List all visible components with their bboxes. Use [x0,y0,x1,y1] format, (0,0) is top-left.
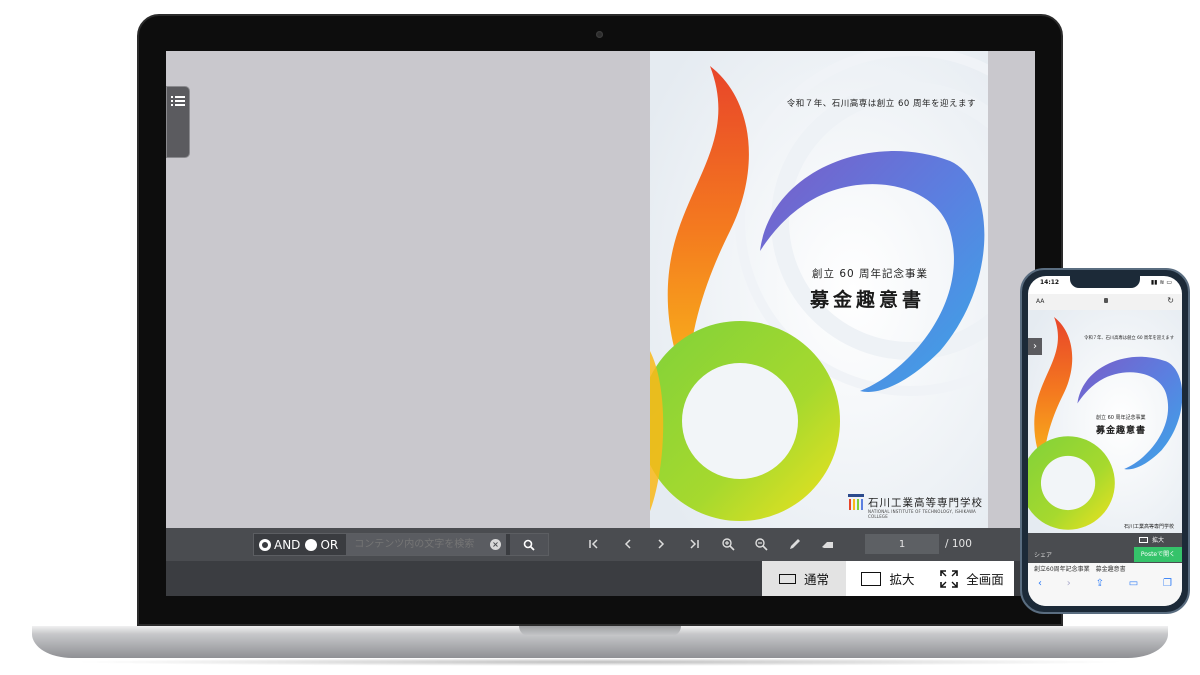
phone-sixty-logo-art [1028,310,1182,533]
laptop-lid: 令和７年、石川高専は創立 60 周年を迎えます 創立 60 周年記念事業 募金趣… [137,14,1063,626]
first-page-icon [589,539,598,549]
eraser-button[interactable] [820,536,836,552]
cover-tagline: 令和７年、石川高専は創立 60 周年を迎えます [786,99,976,109]
cover-page[interactable]: 令和７年、石川高専は創立 60 周年を迎えます 創立 60 周年記念事業 募金趣… [650,51,988,528]
phone-status-icons: ▮▮ ≋ ▭ [1150,279,1172,286]
chevron-right-icon [658,539,665,549]
school-emblem-icon [848,494,864,510]
phone-address-bar[interactable]: AA ↻ [1028,294,1182,310]
phone-zoom-button[interactable]: 拡大 [1138,535,1164,544]
phone-next-arrow[interactable]: › [1028,338,1042,355]
fullscreen-icon [940,569,959,588]
left-blank-page [166,51,650,528]
mode-full-label: 全画面 [966,572,1004,587]
phone-time: 14:12 [1040,279,1060,286]
cover-subtitle: 創立 60 周年記念事業 [812,268,929,280]
page-number-input[interactable] [865,534,939,554]
cover-school-name-en: NATIONAL INSTITUTE OF TECHNOLOGY, ISHIKA… [868,509,976,519]
chevron-left-icon [624,539,631,549]
laptop-opening-notch [519,626,681,636]
mode-zoom-button[interactable]: 拡大 [846,561,930,596]
clear-search-icon[interactable]: × [490,539,501,550]
zoom-out-button[interactable] [753,536,769,552]
phone-share-button[interactable]: シェア [1034,550,1052,559]
zoom-in-icon [722,538,735,551]
or-radio-dot[interactable] [305,538,318,551]
phone-notch [1070,276,1140,288]
phone-share-bar: シェア Posteで開く [1028,546,1182,563]
toc-button[interactable] [166,86,190,158]
page-total: / 100 [945,538,972,550]
prev-page-button[interactable] [620,536,636,552]
phone-zoom-bar: 拡大 [1028,533,1182,546]
search-group: AND OR × [253,533,549,556]
and-radio[interactable]: AND [259,538,300,552]
search-button[interactable] [510,534,548,555]
camera [596,31,603,38]
search-icon [523,539,535,551]
lock-icon [1104,298,1108,303]
phone-poste-button[interactable]: Posteで開く [1134,547,1182,562]
last-page-icon [690,539,699,549]
phone-cover-title: 募金趣意書 [1096,426,1147,436]
phone-aa-button[interactable]: AA [1036,298,1044,305]
last-page-button[interactable] [686,536,702,552]
mode-normal-button[interactable]: 通常 [762,561,846,596]
eraser-icon [822,542,833,548]
laptop-shadow [70,658,1130,666]
or-radio[interactable]: OR [305,538,338,552]
pen-icon [790,539,800,549]
phone-screen: 14:12 ▮▮ ≋ ▭ AA ↻ › 令和７年、石川高専は創立 60 周年を迎… [1028,276,1182,606]
zoom-view-icon [861,571,882,586]
laptop-screen: 令和７年、石川高専は創立 60 周年を迎えます 創立 60 周年記念事業 募金趣… [166,51,1035,596]
cover-title: 募金趣意書 [810,289,926,311]
normal-view-icon [778,573,796,584]
mode-normal-label: 通常 [803,572,829,587]
search-input[interactable] [346,534,507,555]
forward-icon[interactable]: › [1067,578,1071,589]
reload-icon[interactable]: ↻ [1167,296,1174,305]
phone-cover-page[interactable]: › 令和７年、石川高専は創立 60 周年を迎えます 創立 60 周年記念事業 募… [1028,310,1182,533]
phone-zoom-icon [1138,536,1148,543]
first-page-button[interactable] [586,536,602,552]
phone: 14:12 ▮▮ ≋ ▭ AA ↻ › 令和７年、石川高専は創立 60 周年を迎… [1020,268,1190,614]
view-mode-bar: 通常 拡大 全画面 [166,561,1035,596]
cover-school-name: 石川工業高等専門学校 [868,496,983,509]
phone-page-title: 創立60周年記念事業 募金趣意書 [1034,566,1126,573]
bookmarks-icon[interactable]: ▭ [1129,578,1138,589]
mode-zoom-label: 拡大 [889,572,915,587]
phone-cover-school: 石川工業高等専門学校 [1124,524,1175,530]
school-logo: 石川工業高等専門学校 [848,494,983,510]
pen-button[interactable] [787,536,803,552]
share-icon[interactable]: ⇪ [1096,578,1104,589]
phone-cover-subtitle: 創立 60 周年記念事業 [1096,415,1146,421]
viewer-toolbar: AND OR × [166,528,1035,561]
tabs-icon[interactable]: ❐ [1163,578,1172,589]
zoom-out-icon [755,538,768,551]
next-page-button[interactable] [653,536,669,552]
zoom-in-button[interactable] [720,536,736,552]
and-radio-dot[interactable] [259,538,271,551]
mode-full-button[interactable]: 全画面 [930,561,1014,596]
and-label: AND [274,537,301,552]
phone-zoom-label: 拡大 [1151,537,1164,544]
phone-safari-toolbar: 創立60周年記念事業 募金趣意書 ‹ › ⇪ ▭ ❐ [1028,563,1182,606]
list-icon [171,96,185,106]
phone-nav-icons: ‹ › ⇪ ▭ ❐ [1038,578,1172,589]
or-label: OR [320,537,339,552]
back-icon[interactable]: ‹ [1038,578,1042,589]
phone-cover-tagline: 令和７年、石川高専は創立 60 周年を迎えます [1084,336,1174,341]
stage: 令和７年、石川高専は創立 60 周年を迎えます 創立 60 周年記念事業 募金趣… [0,0,1200,675]
